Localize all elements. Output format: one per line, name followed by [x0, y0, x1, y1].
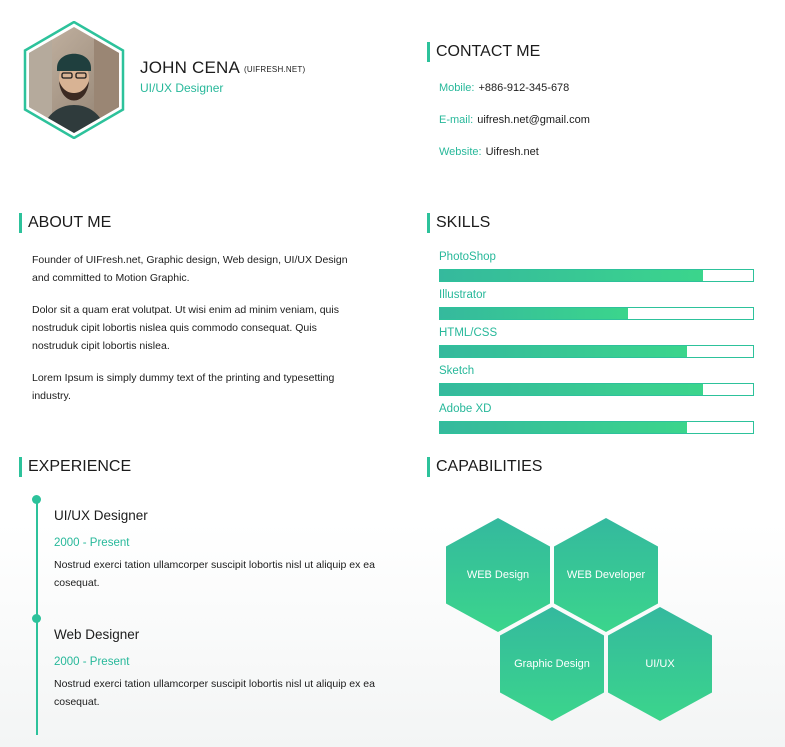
job-description: Nostrud exerci tation ullamcorper suscip…: [54, 559, 375, 589]
capability-label: UI/UX: [645, 658, 675, 670]
experience-heading: EXPERIENCE: [19, 457, 131, 477]
job-title: UI/UX Designer: [54, 508, 148, 523]
skill-bar: [439, 421, 754, 434]
website-label: Website:: [439, 146, 482, 158]
skill-label: Adobe XD: [439, 403, 492, 415]
skill-label: Illustrator: [439, 289, 487, 301]
job-period: 2000 - Present: [54, 537, 130, 549]
contact-heading: CONTACT ME: [427, 42, 540, 62]
skill-bar: [439, 269, 754, 282]
skill-bar-fill: [440, 384, 703, 395]
skill-bar-fill: [440, 422, 688, 433]
timeline-dot: [32, 614, 41, 623]
job-period: 2000 - Present: [54, 656, 130, 668]
person-name: JOHN CENA: [140, 58, 241, 77]
capabilities-heading: CAPABILITIES: [427, 457, 542, 477]
mobile-value: +886-912-345-678: [478, 82, 570, 94]
capability-hexagon: UI/UX: [608, 607, 712, 721]
skills-heading: SKILLS: [427, 213, 490, 233]
about-paragraph: Founder of UIFresh.net, Graphic design, …: [32, 254, 348, 284]
person-name-line: JOHN CENA (UIFRESH.NET): [140, 58, 305, 78]
skill-label: Sketch: [439, 365, 475, 377]
timeline-dot: [32, 495, 41, 504]
about-heading: ABOUT ME: [19, 213, 111, 233]
job-description: Nostrud exerci tation ullamcorper suscip…: [54, 678, 375, 708]
capability-label: Graphic Design: [514, 658, 590, 670]
email-value[interactable]: uifresh.net@gmail.com: [477, 114, 590, 126]
skill-bar-fill: [440, 308, 628, 319]
mobile-label: Mobile:: [439, 82, 475, 94]
contact-mobile: Mobile: +886-912-345-678: [439, 82, 569, 94]
profile-photo: [23, 21, 125, 139]
website-value[interactable]: Uifresh.net: [486, 146, 539, 158]
person-role: UI/UX Designer: [140, 81, 224, 95]
skill-bar: [439, 345, 754, 358]
about-paragraph: Lorem Ipsum is simply dummy text of the …: [32, 372, 335, 402]
skill-bar-fill: [440, 346, 688, 357]
skill-bar: [439, 307, 754, 320]
skill-bar: [439, 383, 754, 396]
capability-hexagon: Graphic Design: [500, 607, 604, 721]
skill-bar-fill: [440, 270, 703, 281]
about-paragraph: Dolor sit a quam erat volutpat. Ut wisi …: [32, 304, 339, 352]
email-label: E-mail:: [439, 114, 474, 126]
job-title: Web Designer: [54, 627, 140, 642]
skill-label: HTML/CSS: [439, 327, 498, 339]
contact-email: E-mail: uifresh.net@gmail.com: [439, 114, 590, 126]
person-site: (UIFRESH.NET): [244, 65, 306, 74]
skill-label: PhotoShop: [439, 251, 496, 263]
contact-website: Website: Uifresh.net: [439, 146, 539, 158]
